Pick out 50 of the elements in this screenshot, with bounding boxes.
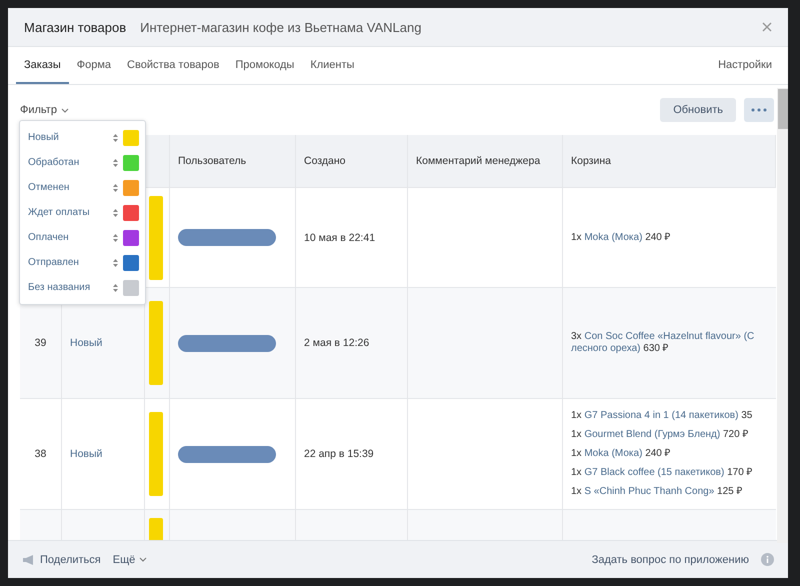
tab[interactable]: Промокоды xyxy=(227,47,302,84)
tab[interactable]: Клиенты xyxy=(302,47,362,84)
sort-arrows-icon[interactable] xyxy=(112,158,119,168)
info-icon xyxy=(761,553,774,566)
column-header: Корзина xyxy=(563,135,776,187)
tab[interactable]: Заказы xyxy=(16,47,69,84)
caret-icon xyxy=(139,557,148,562)
tab[interactable]: Свойства товаров xyxy=(119,47,228,84)
megaphone-icon xyxy=(22,554,36,566)
status-label[interactable]: Новый xyxy=(28,132,112,144)
cart-item: 1x Moka (Мока) 240 ₽ xyxy=(571,232,671,244)
sort-arrows-icon[interactable] xyxy=(112,182,119,192)
more-link[interactable]: Ещё xyxy=(112,554,148,566)
more-dots-icon xyxy=(751,108,767,112)
close-icon[interactable] xyxy=(762,22,772,32)
cart-item: лесного ореха) 630 ₽ xyxy=(571,343,670,355)
share-link[interactable]: Поделиться xyxy=(22,554,101,566)
status-label[interactable]: Ждет оплаты xyxy=(28,206,112,218)
table-cell: 2 мая в 12:26 xyxy=(296,287,408,398)
status-label[interactable]: Отправлен xyxy=(28,256,112,268)
status-label[interactable]: Отменен xyxy=(28,182,112,194)
caret-icon xyxy=(60,108,69,112)
cart-item: 3x Con Soc Coffee «Hazelnut flavour» (C xyxy=(571,331,754,343)
sort-arrows-icon[interactable] xyxy=(112,258,119,268)
cart-item: 1x G7 Black coffee (15 пакетиков) 170 ₽ xyxy=(571,467,753,479)
cart-item: 1x S «Chinh Phuc Thanh Cong» 125 ₽ xyxy=(571,486,743,498)
column-header: Создано xyxy=(296,135,408,187)
table-cell: 10 мая в 22:41 xyxy=(296,187,408,287)
table-cell: 22 апр в 15:39 xyxy=(296,398,408,509)
ask-question-link[interactable]: Задать вопрос по приложению xyxy=(592,554,749,566)
column-header: Пользователь xyxy=(170,135,296,187)
filter-dropdown[interactable]: Фильтр xyxy=(20,104,69,116)
sort-arrows-icon[interactable] xyxy=(112,282,119,292)
column-header: Комментарий менеджера xyxy=(408,135,563,187)
table-cell: 38 xyxy=(20,398,62,509)
window-title: Магазин товаров xyxy=(24,20,126,34)
status-label[interactable]: Оплачен xyxy=(28,232,112,244)
more-button[interactable] xyxy=(744,98,774,122)
sort-arrows-icon[interactable] xyxy=(112,208,119,218)
window-subtitle: Интернет-магазин кофе из Вьетнама VANLang xyxy=(140,20,422,34)
refresh-button[interactable]: Обновить xyxy=(660,98,736,122)
cart-item: 1x Gourmet Blend (Гурмэ Бленд) 720 ₽ xyxy=(571,429,748,441)
status-label[interactable]: Обработан xyxy=(28,156,112,168)
sort-arrows-icon[interactable] xyxy=(112,132,119,142)
sort-arrows-icon[interactable] xyxy=(112,232,119,242)
table-cell: Новый xyxy=(62,398,145,509)
cart-item: 1x G7 Passiona 4 in 1 (14 пакетиков) 35 xyxy=(571,410,752,422)
settings-link[interactable]: Настройки xyxy=(710,47,780,84)
tab[interactable]: Форма xyxy=(68,47,120,84)
cart-item: 1x Moka (Мока) 240 ₽ xyxy=(571,448,671,460)
